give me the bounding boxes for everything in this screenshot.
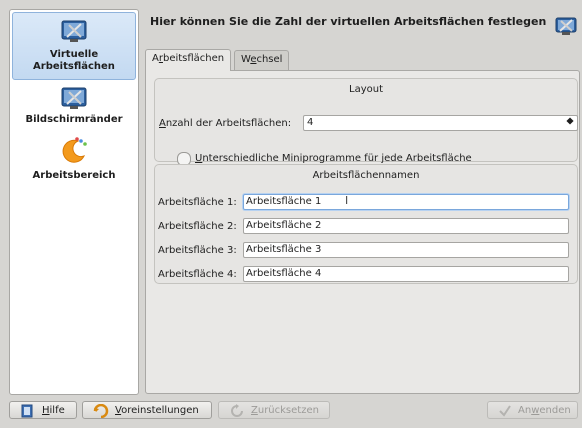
button-label: ilfe (49, 405, 65, 416)
different-widgets-label[interactable]: Unterschiedliche Miniprogramme für jede … (195, 153, 472, 164)
sidebar-item-label-line1: Virtuelle (49, 49, 99, 60)
virtual-desktops-icon (61, 20, 87, 42)
sidebar-item-label-line2: Arbeitsflächen (33, 61, 115, 72)
desktop-name-input-3[interactable]: Arbeitsfläche 3 (243, 242, 569, 258)
sidebar-item-screen-edges[interactable]: Bildschirmränder (10, 82, 138, 126)
button-mnemonic: H (42, 405, 50, 416)
desktop-count-spinbox[interactable]: 4 ⯁ (303, 115, 578, 131)
layout-group: Layout Anzahl der Arbeitsflächen: 4 ⯁ Un… (154, 78, 578, 166)
apply-button[interactable]: Anwenden (487, 401, 578, 419)
button-label: urücksetzen (257, 405, 319, 416)
defaults-icon (93, 404, 109, 418)
screen-edges-icon (61, 87, 87, 109)
desktop-name-label-4: Arbeitsfläche 4: (158, 269, 237, 280)
desktop-name-input-4[interactable]: Arbeitsfläche 4 (243, 266, 569, 282)
sidebar-item-label: Bildschirmränder (25, 114, 123, 125)
sidebar-item-label: Arbeitsbereich (32, 170, 116, 181)
help-book-icon (21, 404, 33, 418)
label-text: nterschiedliche Miniprogramme für jede A… (202, 153, 472, 164)
desktop-name-input-2[interactable]: Arbeitsfläche 2 (243, 218, 569, 234)
desktop-name-label-3: Arbeitsfläche 3: (158, 245, 237, 256)
desktop-name-label-2: Arbeitsfläche 2: (158, 221, 237, 232)
input-value: Arbeitsfläche 2 (246, 220, 322, 231)
text-cursor-icon: I (345, 194, 349, 207)
tab-label-post: beitsflächen (162, 53, 225, 64)
reset-button[interactable]: Zurücksetzen (218, 401, 330, 419)
workspace-icon (62, 137, 87, 163)
label-mnemonic: A (159, 118, 166, 129)
input-value: Arbeitsfläche 3 (246, 244, 322, 255)
button-label-pre: An (518, 405, 532, 416)
label-text: nzahl der Arbeitsflächen: (165, 118, 292, 129)
tab-label-post: chsel (256, 54, 283, 65)
input-value: Arbeitsfläche 4 (246, 268, 322, 279)
desktop-name-label-1: Arbeitsfläche 1: (158, 197, 237, 208)
desktop-name-input-1[interactable]: Arbeitsfläche 1 (243, 194, 569, 210)
desktop-count-label: Anzahl der Arbeitsflächen: (159, 118, 291, 129)
group-title: Layout (349, 84, 383, 95)
defaults-button[interactable]: Voreinstellungen (82, 401, 212, 419)
page-title: Hier können Sie die Zahl der virtuellen … (150, 15, 547, 28)
input-value: Arbeitsfläche 1 (246, 196, 322, 207)
sidebar-item-workspace[interactable]: Arbeitsbereich (10, 134, 138, 182)
checkmark-icon (499, 405, 511, 417)
reset-icon (231, 404, 243, 417)
tab-wechsel[interactable]: Wechsel (234, 50, 290, 70)
group-title: Arbeitsflächennamen (312, 170, 420, 181)
spin-arrows-icon[interactable]: ⯁ (566, 116, 574, 130)
button-label: oreinstellungen (121, 405, 199, 416)
virtual-desktops-icon (555, 17, 577, 35)
tab-panel: Layout Anzahl der Arbeitsflächen: 4 ⯁ Un… (145, 70, 580, 394)
tab-label-pre: W (241, 54, 251, 65)
category-sidebar: Virtuelle Arbeitsflächen Bildschirmrände… (9, 9, 139, 395)
desktop-names-group: Arbeitsflächennamen Arbeitsfläche 1: Arb… (154, 164, 578, 284)
tab-arbeitsflaechen[interactable]: Arbeitsflächen (145, 49, 232, 71)
sidebar-item-virtual-desktops[interactable]: Virtuelle Arbeitsflächen (12, 12, 136, 80)
button-label: enden (539, 405, 571, 416)
tab-label-pre: A (152, 53, 159, 64)
desktop-count-value: 4 (307, 117, 314, 128)
button-mnemonic: Z (251, 405, 258, 416)
help-button[interactable]: Hilfe (9, 401, 77, 419)
